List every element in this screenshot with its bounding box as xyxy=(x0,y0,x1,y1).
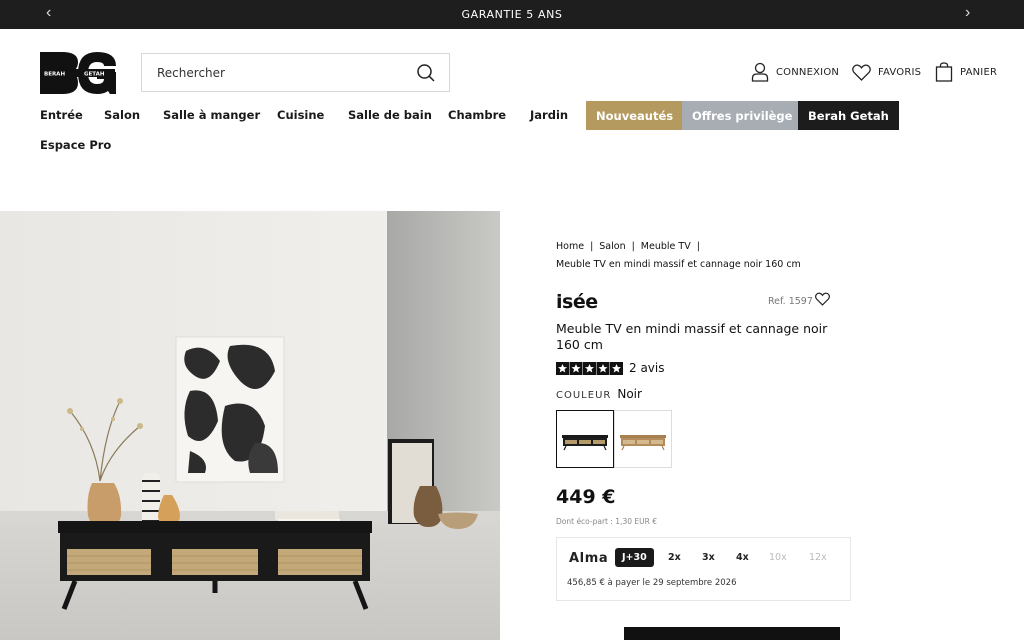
eco-participation: Dont éco-part : 1,30 EUR € xyxy=(556,517,657,526)
breadcrumb-current: Meuble TV en mindi massif et cannage noi… xyxy=(556,259,801,270)
nav-nouveautes[interactable]: Nouveautés xyxy=(586,101,684,130)
logo-text-right: GETAH xyxy=(84,72,105,78)
nav-berah-getah[interactable]: Berah Getah xyxy=(798,101,899,130)
breadcrumb-separator: | xyxy=(631,241,635,252)
nav-jardin[interactable]: Jardin xyxy=(530,108,568,122)
brand-logo[interactable]: BERAH GETAH xyxy=(40,52,116,94)
product-ref: Ref. 1597 xyxy=(768,296,813,307)
alma-option-j30[interactable]: J+30 xyxy=(615,548,654,567)
promo-banner: ‹ GARANTIE 5 ANS › xyxy=(0,0,1024,29)
breadcrumb: Home | Salon | Meuble TV | Meuble TV en mindi… xyxy=(556,238,856,274)
product-title: Meuble TV en mindi massif et cannage noi… xyxy=(556,321,828,352)
search-icon[interactable] xyxy=(416,63,436,83)
swatch-noir[interactable] xyxy=(556,410,614,468)
breadcrumb-meuble-tv[interactable]: Meuble TV xyxy=(641,241,691,252)
breadcrumb-home[interactable]: Home xyxy=(556,241,584,252)
chevron-right-icon[interactable]: › xyxy=(965,5,970,21)
nav-salle-a-manger[interactable]: Salle à manger xyxy=(163,108,260,122)
nav-espace-pro[interactable]: Espace Pro xyxy=(40,138,111,152)
alma-option-10x: 10x xyxy=(769,552,787,563)
add-to-cart-button[interactable] xyxy=(624,627,840,640)
alma-option-12x: 12x xyxy=(809,552,827,563)
breadcrumb-separator: | xyxy=(696,241,700,252)
login-label: CONNEXION xyxy=(776,66,840,78)
swatch-naturel[interactable] xyxy=(614,410,672,468)
add-to-favorites-icon[interactable] xyxy=(815,292,830,306)
product-rating[interactable]: 2 avis xyxy=(556,361,665,375)
login-link[interactable]: CONNEXION xyxy=(751,62,839,82)
nav-salon[interactable]: Salon xyxy=(104,108,140,122)
product-image[interactable] xyxy=(0,211,500,640)
alma-payment-note: 456,85 € à payer le 29 septembre 2026 xyxy=(567,578,737,588)
star-rating-icon xyxy=(556,361,623,375)
reviews-count[interactable]: 2 avis xyxy=(629,361,665,375)
cart-label: PANIER xyxy=(960,66,998,78)
product-price: 449 € xyxy=(556,486,616,508)
nav-chambre[interactable]: Chambre xyxy=(448,108,506,122)
color-value: Noir xyxy=(617,387,642,401)
color-selector: COULEUR Noir xyxy=(556,387,642,401)
favorites-link[interactable]: FAVORIS xyxy=(852,62,921,82)
banner-message: GARANTIE 5 ANS xyxy=(461,8,563,21)
alma-option-2x[interactable]: 2x xyxy=(661,548,688,567)
breadcrumb-salon[interactable]: Salon xyxy=(599,241,625,252)
alma-logo: Alma xyxy=(569,551,609,566)
favorites-label: FAVORIS xyxy=(878,66,922,78)
nav-entree[interactable]: Entrée xyxy=(40,108,83,122)
nav-offres-privilege[interactable]: Offres privilège xyxy=(682,101,803,130)
nav-salle-de-bain[interactable]: Salle de bain xyxy=(348,108,432,122)
cart-link[interactable]: PANIER xyxy=(935,62,997,82)
shopping-bag-icon xyxy=(935,62,953,82)
heart-icon xyxy=(852,63,871,81)
breadcrumb-separator: | xyxy=(590,241,594,252)
color-label: COULEUR xyxy=(556,390,612,401)
search-input[interactable] xyxy=(142,54,402,91)
alma-option-4x[interactable]: 4x xyxy=(729,548,756,567)
brand-name[interactable]: isée xyxy=(556,291,598,313)
user-icon xyxy=(751,62,769,82)
nav-cuisine[interactable]: Cuisine xyxy=(277,108,324,122)
alma-option-3x[interactable]: 3x xyxy=(695,548,722,567)
alma-payment-box: Alma J+30 2x 3x 4x 10x 12x 456,85 € à pa… xyxy=(556,537,851,601)
logo-text-left: BERAH xyxy=(44,72,65,78)
search-box xyxy=(141,53,450,92)
